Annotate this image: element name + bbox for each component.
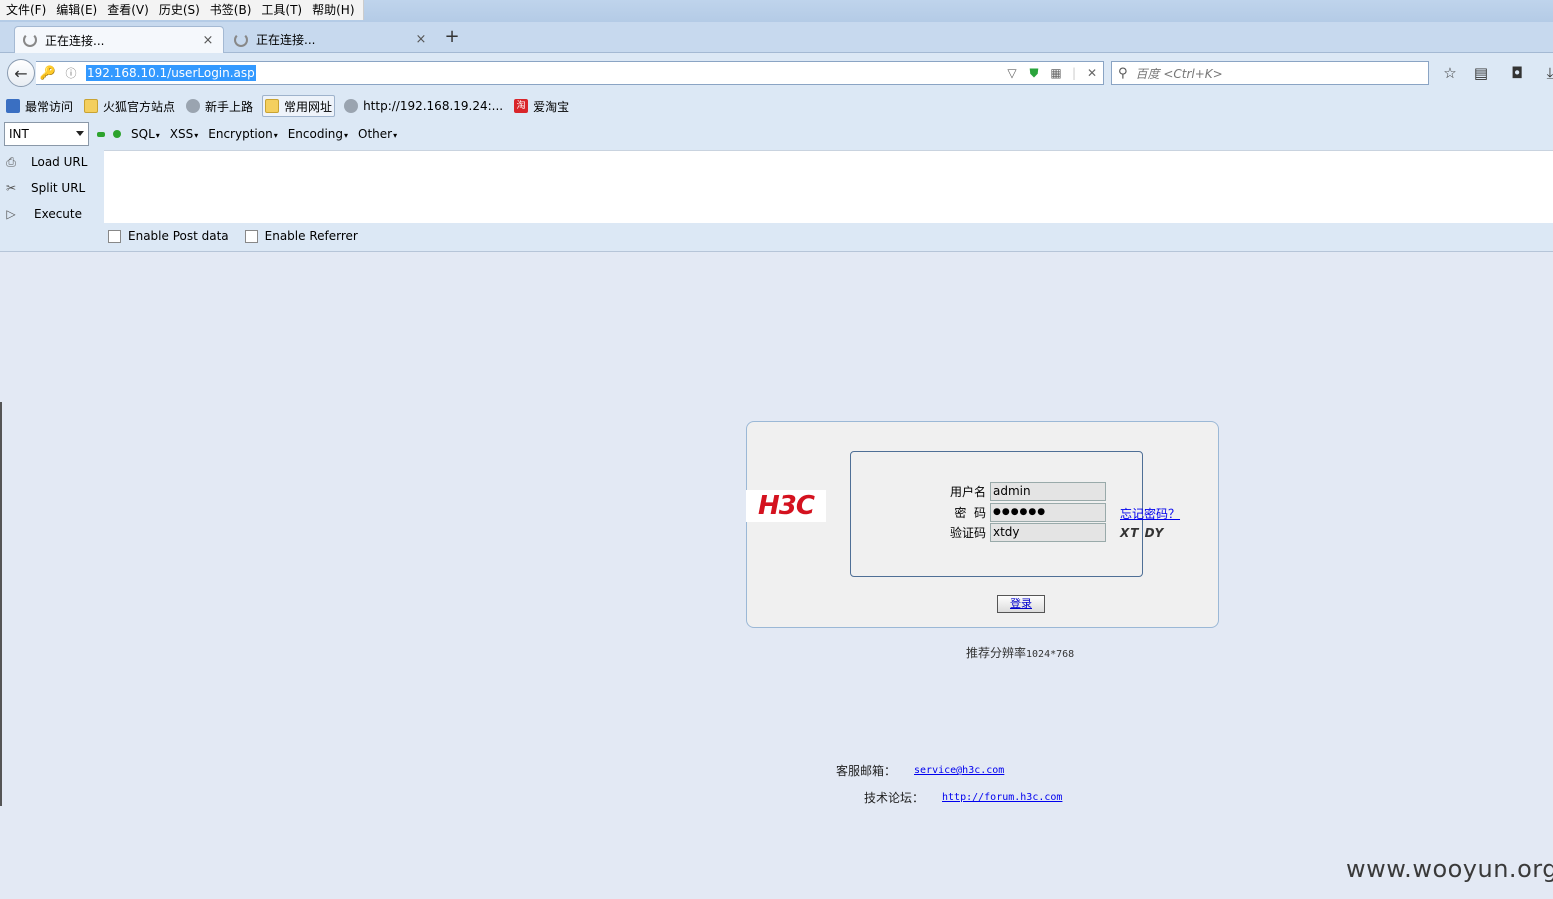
forgot-password-link[interactable]: 忘记密码？ xyxy=(1120,505,1180,522)
captcha-field[interactable]: xtdy xyxy=(990,523,1106,542)
password-field[interactable]: ●●●●●● xyxy=(990,503,1106,522)
folder-icon xyxy=(265,99,280,113)
menu-view[interactable]: 查看(V) xyxy=(103,0,155,20)
tab-close-icon[interactable]: × xyxy=(414,32,428,47)
load-url-button[interactable]: ⎙ Load URL xyxy=(0,149,104,175)
globe-icon xyxy=(344,99,359,113)
post-data-label: Enable Post data xyxy=(128,229,229,243)
library-icon[interactable]: ▤ xyxy=(1471,64,1491,84)
chevron-down-icon xyxy=(76,131,84,136)
menu-tools[interactable]: 工具(T) xyxy=(257,0,308,20)
referrer-checkbox[interactable] xyxy=(244,229,258,243)
url-text[interactable]: 192.168.10.1/userLogin.asp xyxy=(86,65,256,81)
menu-bar: 文件(F) 编辑(E) 查看(V) 历史(S) 书签(B) 工具(T) 帮助(H… xyxy=(0,0,364,20)
key-icon[interactable]: 🔑 xyxy=(36,66,60,81)
captcha-row: 验证码 xtdy xyxy=(946,523,1106,542)
play-icon: ▷ xyxy=(6,207,16,221)
h3c-logo: H3C xyxy=(746,490,826,522)
login-button[interactable]: 登录 xyxy=(997,595,1045,613)
tab-label: 正在连接... xyxy=(45,33,105,48)
forum-row: 技术论坛： http://forum.h3c.com xyxy=(864,789,1062,806)
menu-edit[interactable]: 编辑(E) xyxy=(52,0,103,20)
hackbar-url-textarea[interactable] xyxy=(104,150,1553,223)
address-bar[interactable]: 🔑 ⓘ 192.168.10.1/userLogin.asp ▽ ⛊ ▦ | ✕ xyxy=(36,61,1104,85)
download-icon[interactable]: ⤓ xyxy=(1540,64,1553,84)
bookmark-ip-link[interactable]: http://192.168.19.24:... xyxy=(342,95,505,117)
bookmark-common-sites[interactable]: 常用网址 xyxy=(262,95,336,117)
shield-icon[interactable]: ⛊ xyxy=(1023,66,1045,81)
split-url-button[interactable]: ✂ Split URL xyxy=(0,175,104,201)
email-row: 客服邮箱： service@h3c.com xyxy=(836,762,1004,779)
menu-sql[interactable]: SQL xyxy=(131,127,160,141)
menu-help[interactable]: 帮助(H) xyxy=(308,0,360,20)
folder-icon xyxy=(84,99,99,113)
captcha-image[interactable]: XT DY xyxy=(1120,526,1164,540)
menu-history[interactable]: 历史(S) xyxy=(155,0,206,20)
menu-encryption[interactable]: Encryption xyxy=(208,127,277,141)
tab-label: 正在连接... xyxy=(256,33,316,47)
bookmark-aitaobao[interactable]: 淘爱淘宝 xyxy=(512,95,571,117)
email-link[interactable]: service@h3c.com xyxy=(914,765,1004,776)
menu-encoding[interactable]: Encoding xyxy=(288,127,348,141)
username-label: 用户名 xyxy=(949,485,986,499)
menu-bookmarks[interactable]: 书签(B) xyxy=(206,0,258,20)
username-row: 用户名 admin xyxy=(946,482,1106,501)
post-data-checkbox[interactable] xyxy=(108,229,121,243)
forum-label: 技术论坛： xyxy=(864,791,925,805)
bookmarks-toolbar: 最常访问 火狐官方站点 新手上路 常用网址 http://192.168.19.… xyxy=(0,93,1553,119)
browser-chrome: 文件(F) 编辑(E) 查看(V) 历史(S) 书签(B) 工具(T) 帮助(H… xyxy=(0,0,1553,252)
info-icon[interactable]: ⓘ xyxy=(60,65,82,81)
loading-spinner-icon xyxy=(23,33,37,47)
qr-code-icon[interactable]: ▦ xyxy=(1045,66,1067,80)
scissors-icon: ✂ xyxy=(5,181,17,195)
divider xyxy=(0,251,1553,252)
star-icon[interactable]: ☆ xyxy=(1440,64,1460,84)
hackbar-options: Enable Post data Enable Referrer xyxy=(108,229,374,243)
menu-other[interactable]: Other xyxy=(358,127,397,141)
nav-bar: ← 🔑 ⓘ 192.168.10.1/userLogin.asp ▽ ⛊ ▦ |… xyxy=(0,53,1553,93)
hackbar-actions: ⎙ Load URL ✂ Split URL ▷ Execute xyxy=(0,149,104,227)
forum-link[interactable]: http://forum.h3c.com xyxy=(942,792,1062,803)
tab-strip: 正在连接... × 正在连接... × xyxy=(0,22,1553,53)
tab-close-icon[interactable]: × xyxy=(201,33,215,48)
back-arrow-icon: ← xyxy=(14,63,28,83)
username-field[interactable]: admin xyxy=(990,482,1106,501)
pocket-icon[interactable]: ◘ xyxy=(1507,64,1527,84)
tab-1[interactable]: 正在连接... × xyxy=(14,26,224,53)
referrer-label: Enable Referrer xyxy=(264,229,358,243)
load-icon: ⎙ xyxy=(6,155,16,169)
bookmark-firefox-site[interactable]: 火狐官方站点 xyxy=(82,95,177,117)
separator: | xyxy=(1071,66,1077,80)
password-row: 密 码 ●●●●●● xyxy=(946,503,1106,522)
tab-2[interactable]: 正在连接... × xyxy=(226,26,436,53)
captcha-label: 验证码 xyxy=(949,526,986,540)
bookmark-most-visited[interactable]: 最常访问 xyxy=(4,95,75,117)
search-icon: ⚲ xyxy=(1118,65,1128,81)
search-placeholder: 百度 <Ctrl+K> xyxy=(1135,66,1223,81)
execute-button[interactable]: ▷ Execute xyxy=(0,201,104,227)
dropdown-arrow-icon[interactable]: ▽ xyxy=(1001,66,1023,80)
bookmark-getting-started[interactable]: 新手上路 xyxy=(184,95,255,117)
divider xyxy=(0,402,2,806)
search-input[interactable]: ⚲ 百度 <Ctrl+K> xyxy=(1111,61,1429,85)
loading-spinner-icon xyxy=(234,32,248,47)
new-tab-button[interactable]: + xyxy=(442,27,462,47)
stop-icon[interactable]: ✕ xyxy=(1081,66,1103,80)
plus-icon[interactable] xyxy=(113,130,121,138)
type-select[interactable]: INT xyxy=(4,122,89,146)
resolution-note: 推荐分辨率1024*768 xyxy=(966,646,1075,660)
watermark: www.wooyun.org xyxy=(1346,855,1553,883)
back-button[interactable]: ← xyxy=(7,59,35,87)
email-label: 客服邮箱： xyxy=(836,764,897,778)
menu-xss[interactable]: XSS xyxy=(170,127,198,141)
menu-file[interactable]: 文件(F) xyxy=(2,0,52,20)
taobao-icon: 淘 xyxy=(514,99,529,113)
hackbar-toolbar: INT SQL XSS Encryption Encoding Other xyxy=(0,119,1553,149)
minus-icon[interactable] xyxy=(97,131,105,137)
bookmark-icon xyxy=(6,99,20,113)
password-label: 密 码 xyxy=(954,506,986,520)
globe-icon xyxy=(186,99,201,113)
